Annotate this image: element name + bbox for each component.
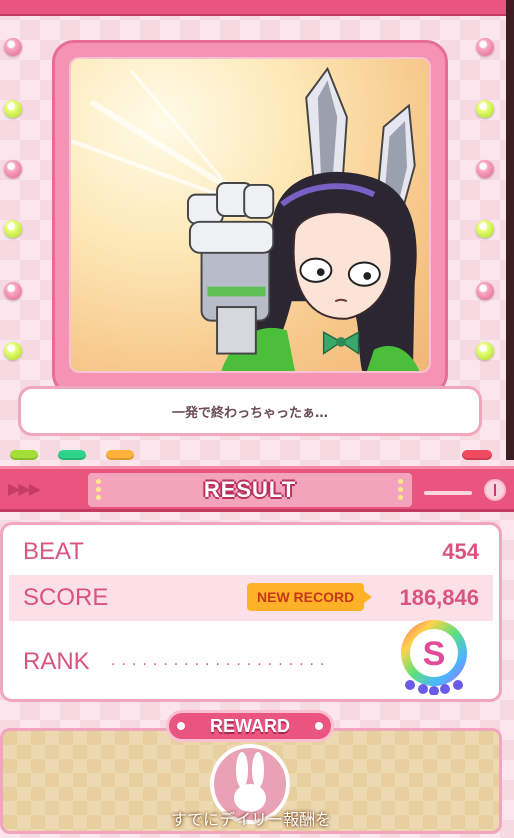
indicator-light: [10, 450, 38, 460]
rank-grade: S: [423, 635, 446, 673]
side-strip: [506, 0, 514, 460]
character-portrait: [69, 57, 431, 373]
bulb-icon: [476, 220, 494, 238]
rank-label: RANK: [23, 648, 90, 675]
bulb-icon: [4, 220, 22, 238]
rank-leader-dots: ·····················: [111, 657, 331, 673]
result-header: ▶▶▶ RESULT: [0, 466, 514, 512]
indicator-light: [58, 450, 86, 460]
bulb-icon: [4, 160, 22, 178]
result-plate: RESULT: [88, 473, 412, 507]
top-bar: [0, 0, 506, 16]
reward-tag: REWARD: [166, 710, 334, 742]
score-row: SCORE NEW RECORD 186,846: [9, 575, 493, 621]
results-panel: BEAT 454 SCORE NEW RECORD 186,846 RANK ·…: [0, 522, 502, 702]
page-title: RESULT: [203, 477, 297, 502]
beat-row: BEAT 454: [9, 529, 493, 575]
volume-slider[interactable]: [424, 491, 472, 495]
bulb-icon: [4, 38, 22, 56]
bulb-icon: [476, 38, 494, 56]
indicator-light: [106, 450, 134, 460]
beat-value: 454: [442, 539, 479, 564]
rank-s-icon: S: [401, 620, 467, 695]
bulb-icon: [476, 100, 494, 118]
score-value: 186,846: [399, 585, 479, 610]
arrows-icon: ▶▶▶: [8, 479, 41, 498]
bulb-icon: [476, 342, 494, 360]
power-knob-icon[interactable]: [484, 479, 506, 501]
indicator-light: [462, 450, 492, 460]
bulb-icon: [4, 342, 22, 360]
new-record-badge: NEW RECORD: [247, 583, 373, 611]
speech-text: 一発で終わっちゃったぁ…: [171, 405, 328, 421]
bulb-icon: [476, 160, 494, 178]
bulb-icon: [4, 282, 22, 300]
speech-bubble: 一発で終わっちゃったぁ…: [18, 386, 482, 436]
character-frame: [52, 40, 448, 396]
bulb-icon: [476, 282, 494, 300]
bulb-icon: [4, 100, 22, 118]
beat-label: BEAT: [23, 538, 84, 565]
character-illustration: [187, 66, 420, 371]
reward-message: すでにデイリー報酬を: [170, 810, 332, 829]
score-label: SCORE: [23, 584, 109, 611]
